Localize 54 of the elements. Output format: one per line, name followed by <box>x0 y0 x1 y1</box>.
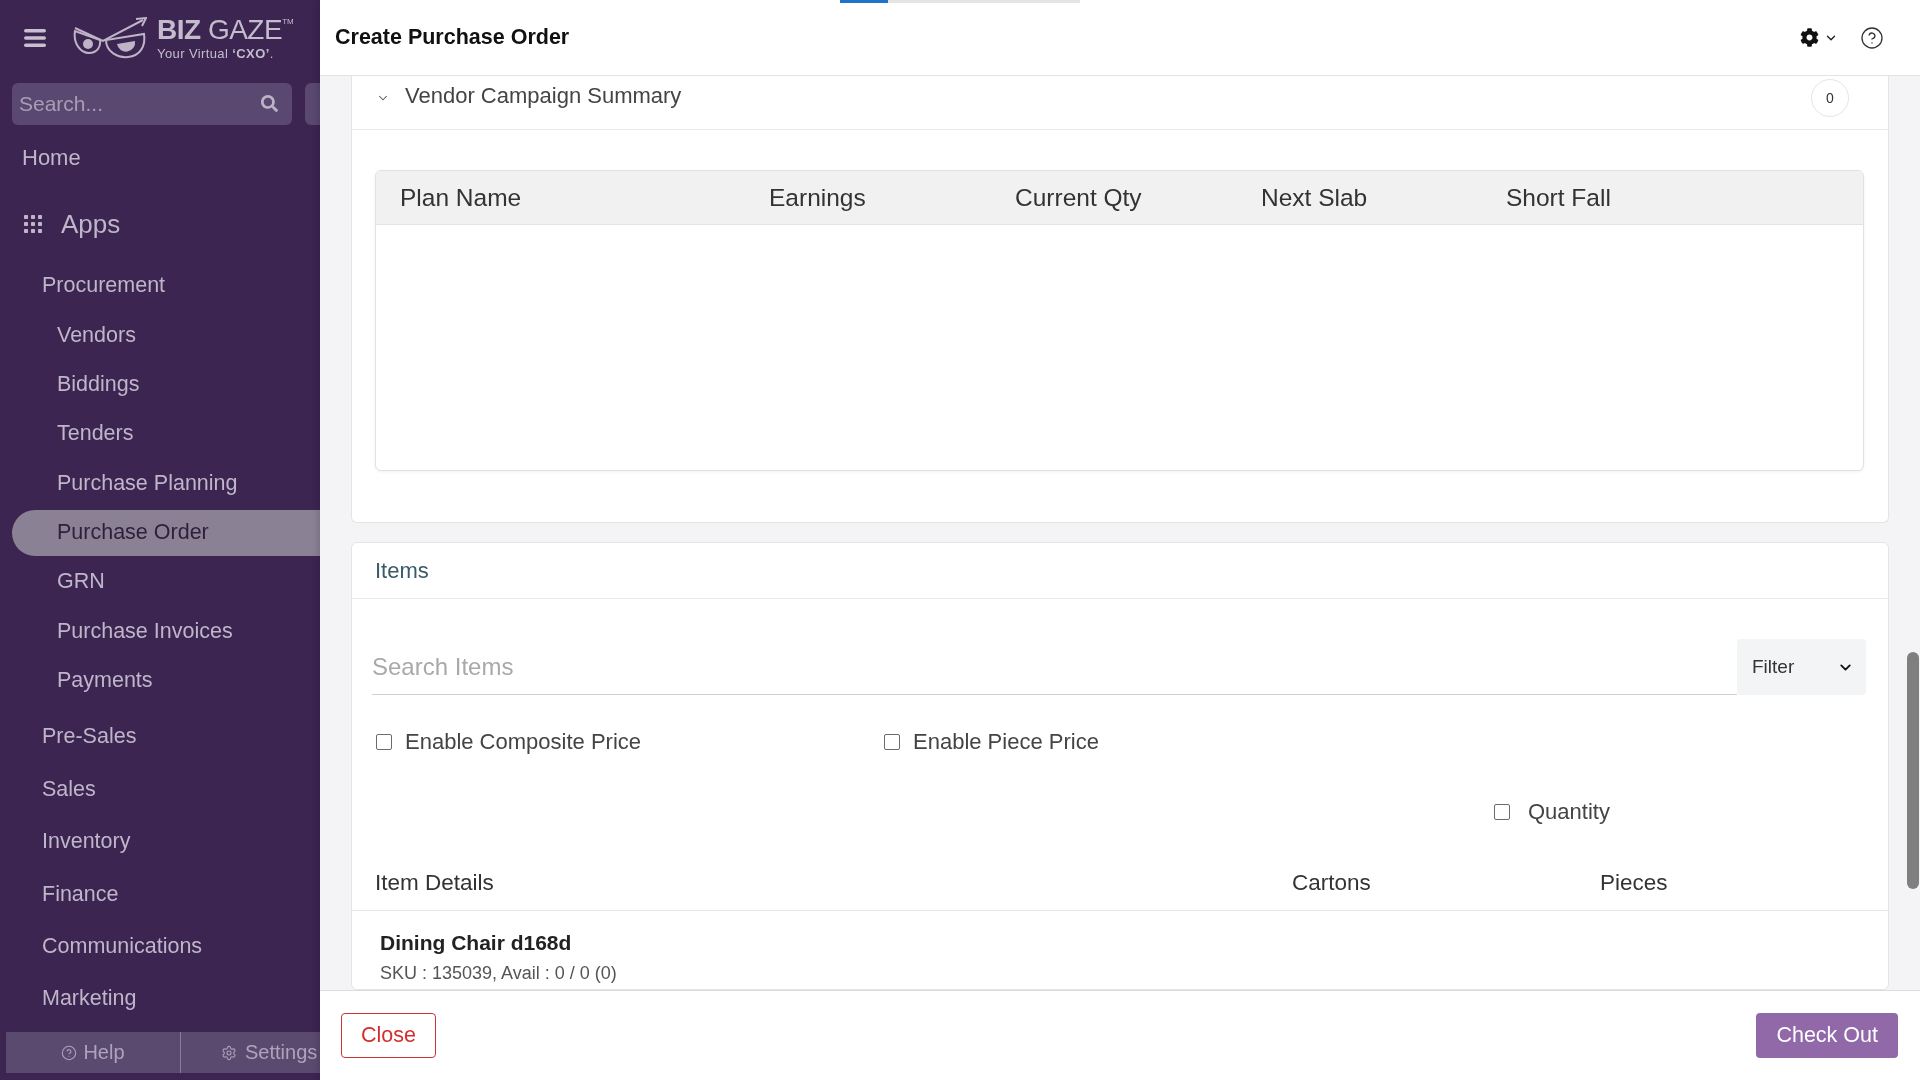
search-field[interactable]: Search... <box>12 83 292 125</box>
section-title: Items <box>352 543 1888 599</box>
nav-item[interactable]: Pre-Sales <box>12 713 320 760</box>
nav-item[interactable]: Purchase Planning <box>12 460 320 507</box>
dialog-title: Create Purchase Order <box>335 25 570 50</box>
column-header: Short Fall <box>1506 183 1612 212</box>
filter-dropdown[interactable]: Filter <box>1737 639 1866 695</box>
checkbox-label: Enable Piece Price <box>913 729 1099 755</box>
search-items-field[interactable]: Search Items <box>372 639 1737 695</box>
settings-icon <box>1800 28 1819 47</box>
nav-item[interactable]: Finance <box>12 871 320 918</box>
nav-item[interactable]: GRN <box>12 558 320 605</box>
nav-item[interactable]: Apps <box>12 202 320 246</box>
search-icon[interactable] <box>261 95 278 112</box>
brand-tagline: Your Virtual ‘CXO’. <box>157 47 275 60</box>
settings-icon <box>221 1044 237 1061</box>
nav-item[interactable]: Purchase Invoices <box>12 608 320 655</box>
section-title: Vendor Campaign Summary <box>405 82 683 109</box>
nav-item[interactable]: Payments <box>12 657 320 704</box>
checkbox[interactable] <box>376 734 392 750</box>
column-header: Earnings <box>769 183 867 212</box>
nav-item[interactable]: Home <box>12 140 320 176</box>
nav-item[interactable]: Biddings <box>12 361 320 408</box>
nav-item[interactable]: Marketing <box>12 975 320 1022</box>
settings-menu-button[interactable] <box>1800 28 1838 47</box>
scrollbar-thumb[interactable] <box>1907 652 1919 889</box>
item-details: SKU : 135039, Avail : 0 / 0 (0) <box>380 963 617 984</box>
checkbox-label: Enable Composite Price <box>405 729 641 755</box>
nav-item[interactable]: Purchase Order <box>12 509 320 556</box>
nav-item[interactable]: Vendors <box>12 312 320 358</box>
nav-item[interactable]: Sales <box>12 766 320 813</box>
column-header: Current Qty <box>1015 183 1143 212</box>
column-header: Plan Name <box>400 183 523 212</box>
help-button[interactable] <box>1860 25 1884 50</box>
item-name: Dining Chair d168d <box>380 931 572 955</box>
column-header: Pieces <box>1600 869 1669 896</box>
column-header: Cartons <box>1292 869 1372 896</box>
brand-name: BIZ GAZE$^{TM}$ <box>157 16 294 44</box>
eyes-logo-icon <box>73 17 147 59</box>
column-header: Next Slab <box>1261 183 1369 212</box>
checkbox[interactable] <box>884 734 900 750</box>
column-header: Item Details <box>375 869 495 896</box>
apps-grid-icon <box>24 215 42 233</box>
checkbox-label: Quantity <box>1528 799 1610 825</box>
help-icon <box>61 1044 78 1061</box>
nav-item[interactable]: Tenders <box>12 410 320 457</box>
close-button[interactable]: Close <box>341 1013 436 1058</box>
help-icon <box>1860 25 1884 50</box>
menu-icon[interactable] <box>24 29 46 47</box>
checkbox[interactable] <box>1494 804 1510 820</box>
nav-item[interactable]: Procurement <box>12 262 320 308</box>
checkout-button[interactable]: Check Out <box>1756 1013 1898 1058</box>
nav-item[interactable]: Communications <box>12 923 320 970</box>
nav-item[interactable]: Inventory <box>12 818 320 865</box>
